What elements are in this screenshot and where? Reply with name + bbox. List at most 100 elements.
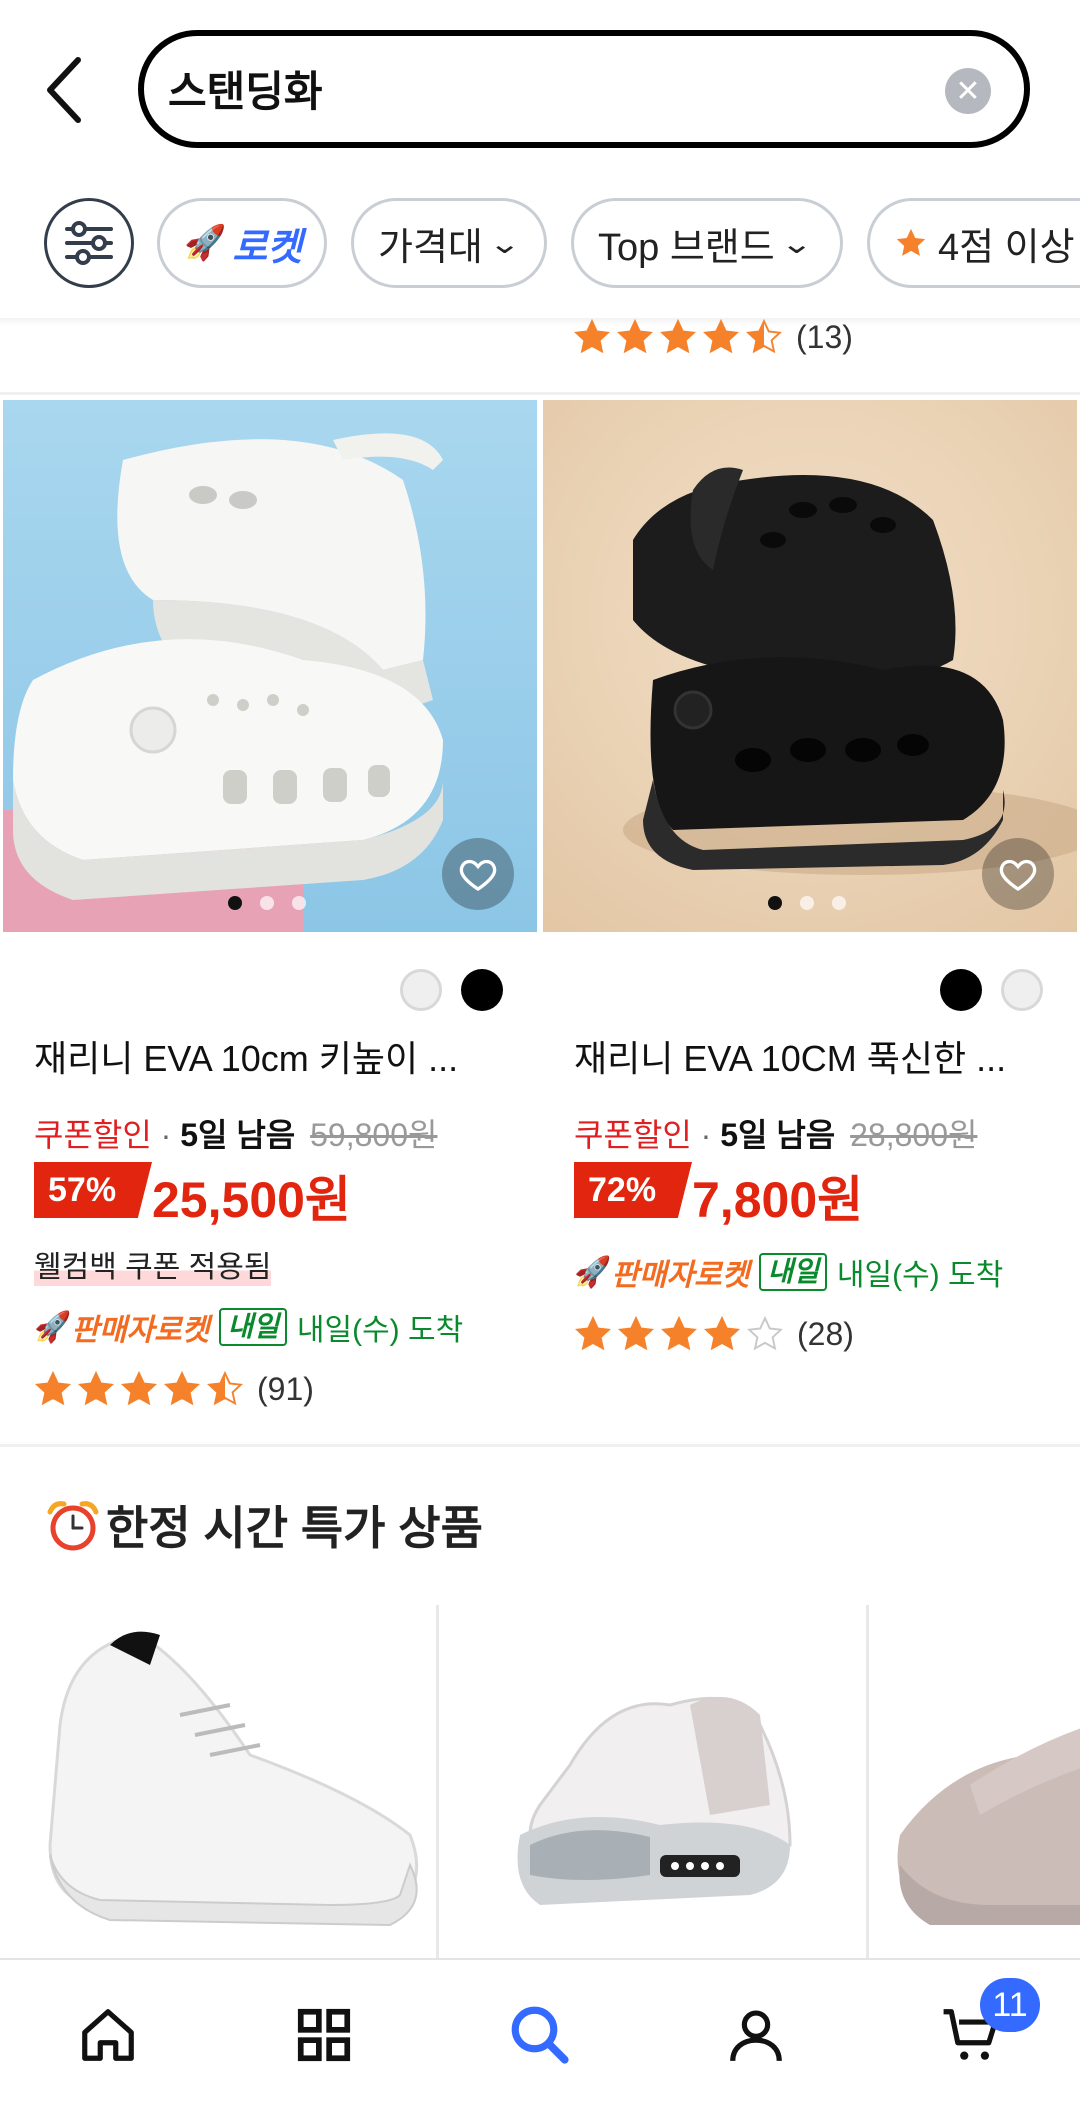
price-filter-label: 가격대 <box>378 226 483 269</box>
divider <box>436 1605 439 1960</box>
star-icon <box>34 1370 72 1406</box>
heart-icon <box>999 859 1037 891</box>
coupon-info: 쿠폰할인 · 5일 남음 59,800원 <box>34 1117 438 1153</box>
tomorrow-badge: 내일 <box>219 1308 287 1346</box>
arrival-date: 내일(수) 도착 <box>836 1259 1004 1292</box>
close-icon: ✕ <box>955 74 981 108</box>
categories-icon <box>297 2008 351 2062</box>
deal-product-card[interactable] <box>460 1605 860 1960</box>
color-swatch-white[interactable] <box>400 969 442 1011</box>
wishlist-button[interactable] <box>442 838 514 910</box>
divider <box>0 1444 1080 1447</box>
coupon-info: 쿠폰할인 · 5일 남음 28,800원 <box>574 1117 978 1153</box>
star-rating <box>34 1370 249 1408</box>
product-title[interactable]: 재리니 EVA 10CM 푹신한 ... <box>574 1030 1006 1082</box>
back-arrow-icon <box>47 57 81 123</box>
tomorrow-badge: 내일 <box>759 1253 827 1291</box>
rocket-icon: 🚀 <box>34 1310 72 1344</box>
star-icon <box>659 318 697 354</box>
days-left: 5일 남음 <box>180 1117 296 1153</box>
star-icon <box>702 318 740 354</box>
rating-filter-label: 4점 이상 <box>938 226 1075 269</box>
star-icon <box>573 318 611 354</box>
color-swatch-black[interactable] <box>461 969 503 1011</box>
original-price: 59,800원 <box>310 1117 438 1153</box>
pager-dot <box>768 896 782 910</box>
limited-deals-title: 한정 시간 특가 상품 <box>44 1492 483 1558</box>
nav-search[interactable] <box>490 1985 590 2085</box>
welcome-coupon-note: 웰컴백 쿠폰 적용됨 <box>34 1242 272 1286</box>
delivery-info: 🚀 판매자로켓 내일 내일(수) 도착 <box>34 1305 463 1349</box>
star-rating <box>574 1315 789 1353</box>
nav-home[interactable] <box>58 1985 158 2085</box>
color-swatch-white[interactable] <box>1001 969 1043 1011</box>
clear-search-button[interactable]: ✕ <box>945 68 991 114</box>
pager-dot <box>228 896 242 910</box>
image-pager <box>228 896 306 910</box>
seller-rocket-label: 판매자로켓 <box>611 1259 750 1292</box>
filter-settings-button[interactable] <box>44 198 134 288</box>
star-icon <box>617 1315 655 1351</box>
rocket-icon: 🚀 <box>574 1255 612 1289</box>
seller-rocket-label: 판매자로켓 <box>71 1314 210 1347</box>
silver-sneaker-image <box>517 1696 792 1905</box>
star-icon <box>745 318 783 354</box>
product-rating: (91) <box>34 1370 314 1408</box>
rocket-filter-label: 로켓 <box>232 226 303 269</box>
star-icon <box>120 1370 158 1406</box>
color-swatch-black[interactable] <box>940 969 982 1011</box>
pager-dot <box>292 896 306 910</box>
star-icon <box>77 1370 115 1406</box>
pager-dot <box>800 896 814 910</box>
image-pager <box>768 896 846 910</box>
rating-count: (91) <box>257 1370 314 1407</box>
back-button[interactable] <box>30 50 100 130</box>
deal-product-card[interactable] <box>890 1605 1080 1960</box>
rating-count: (13) <box>796 318 853 355</box>
divider <box>0 392 1080 395</box>
nav-account[interactable] <box>706 1985 806 2085</box>
star-icon <box>746 1315 784 1351</box>
arrival-date: 내일(수) 도착 <box>296 1314 464 1347</box>
search-query[interactable]: 스탠딩화 <box>168 58 323 119</box>
prev-product-rating: (13) <box>573 318 853 356</box>
chevron-down-icon: ⌄ <box>488 227 522 259</box>
sale-price: 25,500원 <box>152 1172 351 1228</box>
brand-filter-chip[interactable]: Top 브랜드 ⌄ <box>571 198 843 288</box>
search-icon <box>511 2006 569 2064</box>
star-icon <box>574 1315 612 1351</box>
heart-icon <box>459 859 497 891</box>
star-icon <box>616 318 654 354</box>
header-shadow <box>0 318 1080 326</box>
rating-filter-chip[interactable]: 4점 이상 <box>867 198 1080 288</box>
star-icon <box>206 1370 244 1406</box>
star-icon <box>703 1315 741 1351</box>
section-title-text: 한정 시간 특가 상품 <box>106 1502 483 1554</box>
product-rating: (28) <box>574 1315 854 1353</box>
coupon-label: 쿠폰할인 <box>574 1117 692 1153</box>
coupon-label: 쿠폰할인 <box>34 1117 152 1153</box>
grey-sneaker-image <box>897 1728 1080 1925</box>
rating-count: (28) <box>797 1315 854 1352</box>
white-sneaker-image <box>48 1631 419 1927</box>
sliders-icon <box>65 221 113 265</box>
brand-filter-label: Top 브랜드 <box>598 226 775 269</box>
star-rating <box>573 318 788 356</box>
cart-count-badge: 11 <box>980 1978 1040 2032</box>
pager-dot <box>832 896 846 910</box>
wishlist-button[interactable] <box>982 838 1054 910</box>
chevron-down-icon: ⌄ <box>780 227 813 259</box>
account-icon <box>730 2010 782 2062</box>
pager-dot <box>260 896 274 910</box>
sale-price: 7,800원 <box>692 1172 864 1228</box>
deal-product-card[interactable] <box>30 1605 430 1960</box>
star-icon <box>896 228 926 256</box>
product-title[interactable]: 재리니 EVA 10cm 키높이 ... <box>34 1030 458 1082</box>
original-price: 28,800원 <box>850 1117 978 1153</box>
divider <box>866 1605 869 1960</box>
nav-categories[interactable] <box>274 1985 374 2085</box>
star-icon <box>660 1315 698 1351</box>
alarm-clock-icon <box>47 1501 99 1551</box>
rocket-filter-chip[interactable]: 🚀 로켓 <box>157 198 327 288</box>
price-filter-chip[interactable]: 가격대 ⌄ <box>351 198 547 288</box>
